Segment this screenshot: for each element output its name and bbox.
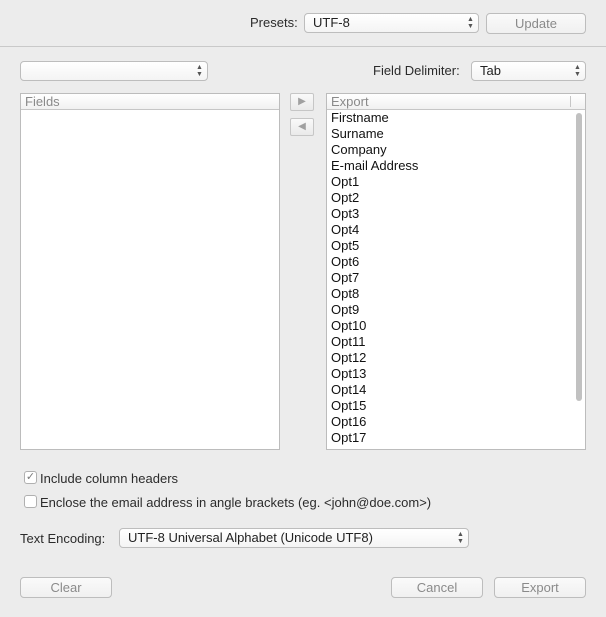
column-divider bbox=[570, 96, 571, 107]
include-headers-checkbox[interactable]: ✓ bbox=[24, 471, 37, 484]
presets-value: UTF-8 bbox=[313, 15, 350, 30]
separator bbox=[0, 46, 606, 47]
scrollbar[interactable] bbox=[576, 113, 582, 401]
list-item[interactable]: Company bbox=[331, 142, 569, 158]
text-encoding-label: Text Encoding: bbox=[20, 531, 106, 546]
export-rows: Firstname Surname Company E-mail Address Opt… bbox=[331, 110, 569, 449]
list-item[interactable]: Opt7 bbox=[331, 270, 569, 286]
field-source-select[interactable]: ▲ ▼ bbox=[20, 61, 208, 81]
list-item[interactable]: Opt11 bbox=[331, 334, 569, 350]
fields-list-header: Fields bbox=[21, 94, 279, 110]
field-delimiter-value: Tab bbox=[480, 63, 501, 78]
list-item[interactable]: Opt13 bbox=[331, 366, 569, 382]
list-item[interactable]: Surname bbox=[331, 126, 569, 142]
update-button[interactable]: Update bbox=[486, 13, 586, 34]
move-left-button[interactable]: ◀ bbox=[290, 118, 314, 136]
checkmark-icon: ✓ bbox=[25, 471, 36, 483]
list-item[interactable]: Firstname bbox=[331, 110, 569, 126]
list-item[interactable]: E-mail Address bbox=[331, 158, 569, 174]
field-delimiter-select[interactable]: Tab ▲ ▼ bbox=[471, 61, 586, 81]
triangle-right-icon: ▶ bbox=[298, 96, 306, 107]
list-item[interactable]: Opt17 bbox=[331, 430, 569, 446]
presets-label: Presets: bbox=[250, 15, 298, 30]
list-item[interactable]: Opt14 bbox=[331, 382, 569, 398]
move-right-button[interactable]: ▶ bbox=[290, 93, 314, 111]
list-item[interactable]: Opt1 bbox=[331, 174, 569, 190]
chevron-updown-icon: ▲ ▼ bbox=[196, 64, 203, 78]
list-item[interactable]: Opt10 bbox=[331, 318, 569, 334]
export-list[interactable]: Export Firstname Surname Company E-mail Add… bbox=[326, 93, 586, 450]
list-item[interactable]: Opt16 bbox=[331, 414, 569, 430]
enclose-email-label: Enclose the email address in angle brack… bbox=[40, 495, 432, 510]
list-item[interactable]: Opt18 bbox=[331, 446, 569, 449]
list-item[interactable]: Opt15 bbox=[331, 398, 569, 414]
list-item[interactable]: Opt4 bbox=[331, 222, 569, 238]
export-header-label: Export bbox=[331, 94, 369, 109]
fields-list[interactable]: Fields bbox=[20, 93, 280, 450]
chevron-updown-icon: ▲ ▼ bbox=[457, 531, 464, 545]
text-encoding-select[interactable]: UTF-8 Universal Alphabet (Unicode UTF8) … bbox=[119, 528, 469, 548]
export-button[interactable]: Export bbox=[494, 577, 586, 598]
list-item[interactable]: Opt3 bbox=[331, 206, 569, 222]
presets-select[interactable]: UTF-8 ▲ ▼ bbox=[304, 13, 479, 33]
text-encoding-value: UTF-8 Universal Alphabet (Unicode UTF8) bbox=[128, 530, 373, 545]
enclose-email-checkbox[interactable] bbox=[24, 495, 37, 508]
triangle-left-icon: ◀ bbox=[298, 121, 306, 132]
list-item[interactable]: Opt6 bbox=[331, 254, 569, 270]
fields-header-label: Fields bbox=[25, 94, 60, 109]
list-item[interactable]: Opt9 bbox=[331, 302, 569, 318]
list-item[interactable]: Opt5 bbox=[331, 238, 569, 254]
list-item[interactable]: Opt12 bbox=[331, 350, 569, 366]
field-delimiter-label: Field Delimiter: bbox=[373, 63, 460, 78]
list-item[interactable]: Opt2 bbox=[331, 190, 569, 206]
include-headers-label: Include column headers bbox=[40, 471, 179, 486]
list-item[interactable]: Opt8 bbox=[331, 286, 569, 302]
clear-button[interactable]: Clear bbox=[20, 577, 112, 598]
export-list-header: Export bbox=[327, 94, 585, 110]
chevron-updown-icon: ▲ ▼ bbox=[467, 16, 474, 30]
cancel-button[interactable]: Cancel bbox=[391, 577, 483, 598]
chevron-updown-icon: ▲ ▼ bbox=[574, 64, 581, 78]
